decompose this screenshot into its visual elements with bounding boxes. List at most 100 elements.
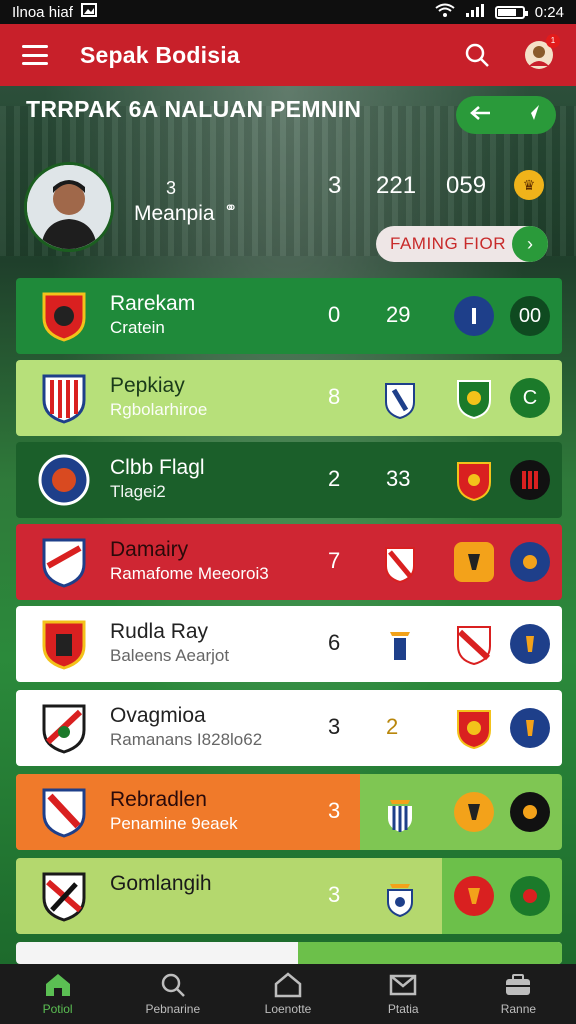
team-crest-icon [387,884,413,918]
team-crest-icon [42,538,86,588]
team-crest-icon [42,704,86,754]
team-stat-a: 0 [328,302,341,327]
chevron-right-icon[interactable]: › [512,226,548,262]
team-stat-a: 7 [328,548,341,573]
house-outline-icon [274,972,302,998]
player-name: Meanpia [134,202,215,225]
signal-icon [465,3,485,21]
app-title: Sepak Bodisia [80,41,240,68]
team-name: Rebradlen [110,788,207,811]
player-avatar[interactable] [24,162,114,252]
team-subtitle: Tlagei2 [110,482,166,501]
nav-search[interactable]: Pebnarine [115,964,230,1024]
team-crest-icon [42,788,86,838]
ranking-button[interactable]: FAMING FIOR › [376,226,548,262]
nav-label: Potiol [42,1002,73,1016]
team-name: Ovagmioa [110,704,206,727]
bottom-navigation: Potiol Pebnarine Loenotte Ptatia Ranne [0,964,576,1024]
nav-home[interactable]: Potiol [0,964,115,1024]
team-badge: C [510,378,550,418]
team-crest-icon [42,292,86,342]
link-icon: ⚭ [224,200,238,217]
search-icon[interactable] [464,42,490,68]
team-stat-a: 8 [328,384,341,409]
section-title: TRRPAK 6A NALUAN PEMNIN [26,96,362,122]
battery-icon [494,5,528,19]
team-stat-a: 6 [328,630,341,655]
yellow-badge-icon [454,542,494,582]
image-notification-icon [80,3,97,21]
app-bar: Sepak Bodisia 1 [0,24,576,86]
team-crest-icon [42,374,86,424]
dark-badge-icon [510,792,550,832]
menu-icon[interactable] [22,45,48,65]
team-subtitle: Penamine 9eaek [110,814,238,833]
nav-more[interactable]: Ranne [461,964,576,1024]
navigation-pill[interactable] [456,96,556,134]
team-stat-a: 2 [328,466,341,491]
profile-icon[interactable]: 1 [524,34,560,70]
green-badge-icon [510,876,550,916]
carrier-text: Ilnoa hiaf [12,3,73,21]
team-name: Rudla Ray [110,620,209,643]
red-badge-icon [454,876,494,916]
team-crest-icon [457,710,491,750]
ranking-button-label: FAMING FIOR [390,234,506,253]
nav-label: Pebnarine [145,1002,201,1016]
team-crest-icon [457,626,491,666]
team-crest-icon [457,462,491,502]
mail-icon [389,974,417,996]
team-crest-icon [42,620,86,670]
team-row[interactable]: Clbb Flagl Tlagei2 2 33 [16,442,562,518]
team-stat-a: 3 [328,798,341,823]
team-subtitle: Baleens Aearjot [110,646,230,665]
team-name: Pepkiay [110,374,185,397]
team-name: Damairy [110,538,189,561]
team-name: Clbb Flagl [110,456,205,479]
team-crest-icon [385,383,415,420]
clock-text: 0:24 [534,3,564,21]
team-crest-icon [457,380,491,420]
wifi-icon [435,3,455,21]
player-number: 3 [166,178,177,198]
team-row[interactable]: Gomlangih 3 [16,858,562,934]
nav-location[interactable]: Loenotte [230,964,345,1024]
team-row[interactable]: Pepkiay Rgbolarhiroe 8 C [16,360,562,436]
team-subtitle: Ramanans I828lo62 [110,730,263,749]
team-name: Rarekam [110,292,196,315]
team-stat-b: 33 [386,466,411,491]
send-arrow-icon[interactable] [520,102,542,129]
back-arrow-icon[interactable] [470,105,492,126]
trophy-icon: ♛ [514,170,544,200]
team-badge: 00 [510,296,550,336]
team-crest-icon [390,632,410,660]
team-crest-icon [42,872,86,922]
blue-round-badge-icon [510,624,550,664]
team-stat-a: 3 [328,714,341,739]
blue-round-badge-icon [510,542,550,582]
home-icon [45,974,70,996]
team-stat-b: 29 [386,302,411,327]
team-row-partial[interactable] [16,942,562,964]
team-row[interactable]: Rebradlen Penamine 9eaek 3 [16,774,562,850]
team-subtitle: Rgbolarhiroe [110,400,208,419]
team-crest-icon [38,454,90,506]
team-row[interactable]: Ovagmioa Ramanans I828lo62 3 2 [16,690,562,766]
blue-badge-icon [454,296,494,336]
team-stat-a: 3 [328,882,341,907]
team-subtitle: Ramafome Meeoroi3 [110,564,269,583]
yellow-badge-icon [454,792,494,832]
team-row[interactable]: Rarekam Cratein 0 29 00 [16,278,562,354]
team-crest-icon [388,800,412,832]
player-stat-2: 221 [376,172,417,199]
player-stat-3: 059 [446,172,487,199]
team-crest-icon [385,547,415,584]
player-stat-1: 3 [328,172,342,199]
team-row[interactable]: Damairy Ramafome Meeoroi3 7 [16,524,562,600]
nav-messages[interactable]: Ptatia [346,964,461,1024]
striped-badge-icon [510,460,550,500]
nav-label: Ptatia [387,1002,419,1016]
nav-label: Loenotte [264,1002,312,1016]
team-row[interactable]: Rudla Ray Baleens Aearjot 6 [16,606,562,682]
briefcase-icon [506,974,531,995]
